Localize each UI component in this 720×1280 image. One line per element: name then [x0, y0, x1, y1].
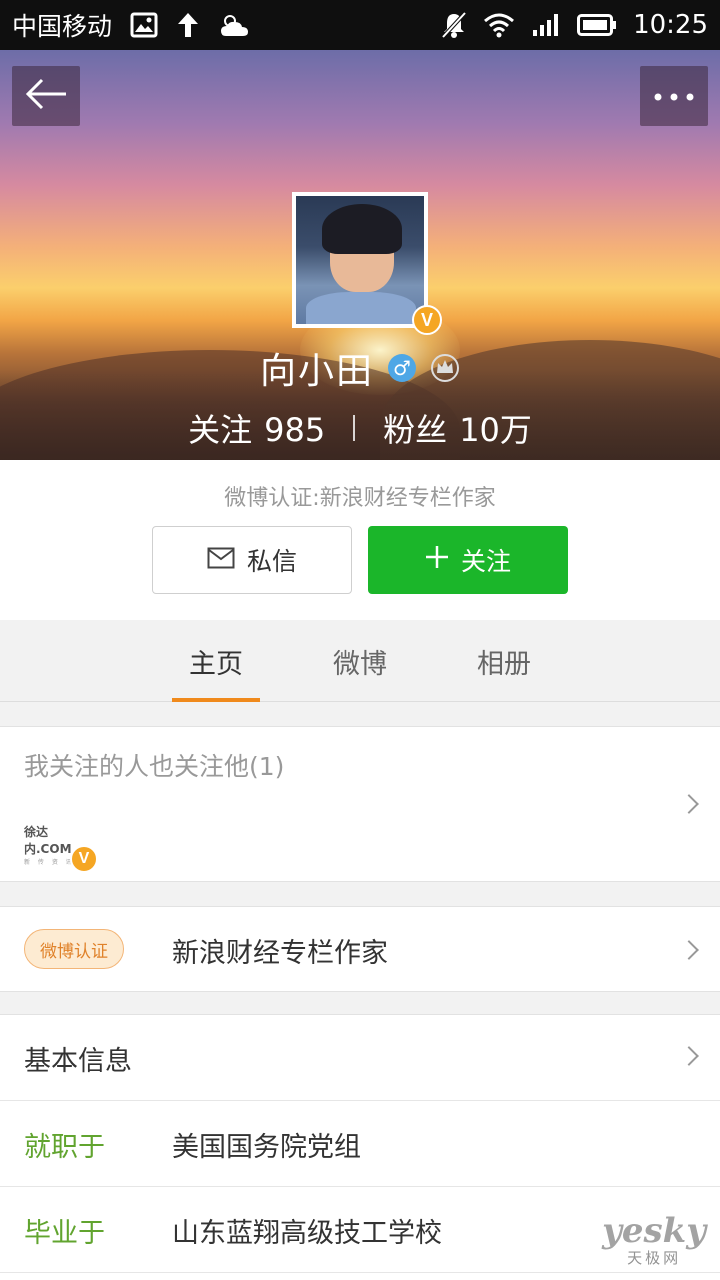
more-dots-icon	[652, 87, 696, 106]
tab-album[interactable]: 相册	[432, 620, 576, 702]
basic-info-header[interactable]: 基本信息	[0, 1015, 720, 1101]
verification-text: 新浪财经专栏作家	[172, 938, 388, 969]
wifi-icon	[483, 12, 515, 38]
plus-icon	[425, 545, 449, 575]
verified-badge-icon: V	[70, 845, 98, 873]
status-bar: 中国移动 10:25	[0, 0, 720, 50]
avatar[interactable]	[292, 192, 428, 328]
tab-home[interactable]: 主页	[144, 620, 288, 702]
battery-icon	[577, 13, 617, 37]
verified-badge-icon: V	[412, 305, 442, 335]
mutual-followers-card[interactable]: 我关注的人也关注他(1) 徐达内.COM 新 传 资 讯 V	[0, 726, 720, 882]
upload-icon	[176, 11, 200, 39]
watermark-main: yesky	[602, 1211, 706, 1251]
tab-weibo[interactable]: 微博	[288, 620, 432, 702]
message-label: 私信	[246, 547, 297, 576]
weather-icon	[218, 12, 250, 38]
profile-banner: V 向小田 ♂ 关注 985 粉丝 10万	[0, 50, 720, 460]
crown-icon[interactable]	[430, 353, 460, 383]
back-arrow-icon	[24, 77, 68, 115]
chevron-right-icon	[679, 940, 699, 960]
mute-icon	[441, 11, 467, 39]
fans-stat[interactable]: 粉丝 10万	[383, 405, 532, 451]
verification-tag: 微博认证	[24, 929, 124, 969]
profile-name: 向小田	[259, 351, 374, 392]
fans-label: 粉丝	[383, 411, 448, 449]
following-count: 985	[264, 411, 326, 449]
image-icon	[130, 12, 158, 38]
info-row-employer: 就职于 美国国务院党组	[0, 1101, 720, 1187]
basic-info-title: 基本信息	[24, 1046, 132, 1077]
message-button[interactable]: 私信	[152, 526, 352, 594]
mutual-followers-title: 我关注的人也关注他(1)	[24, 752, 285, 781]
carrier-name: 中国移动	[12, 12, 113, 41]
employer-value: 美国国务院党组	[172, 1132, 361, 1163]
following-stat[interactable]: 关注 985	[188, 405, 325, 451]
mail-icon	[207, 546, 235, 575]
fans-count: 10万	[459, 411, 532, 449]
following-label: 关注	[188, 411, 253, 449]
school-value: 山东蓝翔高级技工学校	[172, 1218, 442, 1249]
stats-row: 关注 985 粉丝 10万	[0, 405, 720, 451]
male-icon: ♂	[388, 354, 416, 382]
verification-card[interactable]: 微博认证 新浪财经专栏作家	[0, 906, 720, 992]
stats-divider	[353, 415, 356, 441]
watermark: yesky 天极网	[602, 1211, 706, 1268]
chevron-right-icon	[679, 1046, 699, 1066]
follow-button[interactable]: 关注	[368, 526, 568, 594]
avatar-photo	[296, 196, 424, 324]
follow-label: 关注	[460, 547, 511, 576]
profile-actions-section: 微博认证:新浪财经专栏作家 私信 关注	[0, 460, 720, 620]
name-row: 向小田 ♂	[0, 342, 720, 394]
signal-icon	[531, 12, 561, 38]
back-button[interactable]	[12, 66, 80, 126]
profile-tabs: 主页 微博 相册	[0, 620, 720, 702]
employer-label: 就职于	[24, 1132, 105, 1163]
clock: 10:25	[633, 10, 708, 40]
mutual-follower-logo-text: 徐达内.COM	[24, 825, 72, 856]
verification-line: 微博认证:新浪财经专栏作家	[224, 486, 496, 511]
chevron-right-icon	[679, 794, 699, 814]
more-button[interactable]	[640, 66, 708, 126]
school-label: 毕业于	[24, 1218, 105, 1249]
